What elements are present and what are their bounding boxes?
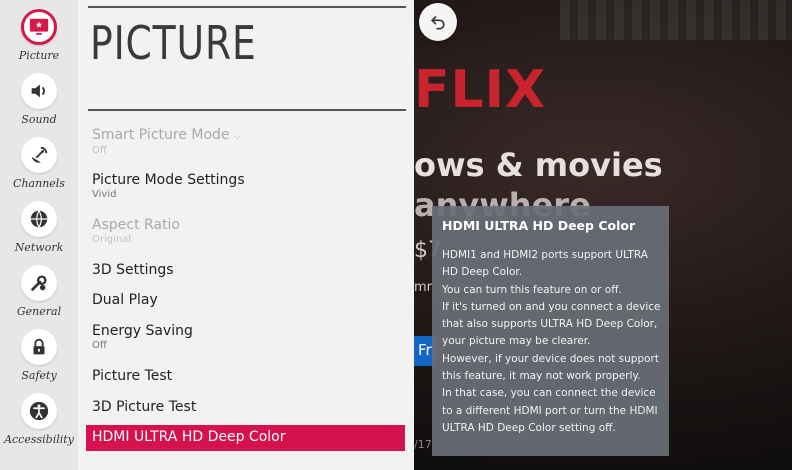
menu-item-label: HDMI ULTRA HD Deep Color <box>92 429 286 445</box>
menu-item-label: 3D Picture Test <box>92 399 197 415</box>
sidebar-item-channels[interactable]: Channels <box>0 137 78 197</box>
menu-item-label: 3D Settings <box>92 262 174 278</box>
settings-sidebar: Picture Sound Channels Network General S… <box>0 0 78 470</box>
channels-icon <box>21 137 57 173</box>
sidebar-item-picture[interactable]: Picture <box>0 9 78 69</box>
help-title: HDMI ULTRA HD Deep Color <box>442 218 636 233</box>
menu-item-label: Aspect Ratio <box>92 217 180 233</box>
menu-item-value: Vivid <box>92 189 117 200</box>
sidebar-label: Network <box>14 241 64 254</box>
menu-item-picture-mode-settings[interactable]: Picture Mode Settings Vivid <box>92 172 402 201</box>
back-arrow-icon <box>430 16 445 30</box>
general-icon <box>21 265 57 301</box>
help-text-line: If it's turned on and you connect a devi… <box>442 300 661 313</box>
sidebar-label: General <box>16 305 62 318</box>
help-text-line: that also supports ULTRA HD Deep Color, <box>442 318 658 331</box>
menu-item-label: Picture Mode Settings <box>92 172 245 188</box>
help-text-line: your picture may be clearer. <box>442 335 591 348</box>
network-icon <box>21 201 57 237</box>
back-button[interactable] <box>419 3 457 41</box>
sidebar-label: Accessibility <box>4 433 74 446</box>
menu-item-label: Dual Play <box>92 292 158 308</box>
chevron-down-icon: ⌵ <box>233 131 242 142</box>
menu-item-3d-picture-test[interactable]: 3D Picture Test <box>92 399 402 416</box>
help-text-line: ULTRA HD Deep Color setting off. <box>442 421 616 434</box>
menu-item-value: Off <box>92 145 107 156</box>
picture-icon <box>21 9 57 45</box>
menu-item-label: Energy Saving <box>92 323 193 339</box>
sidebar-item-network[interactable]: Network <box>0 201 78 261</box>
sidebar-item-accessibility[interactable]: Accessibility <box>0 393 78 453</box>
sidebar-label: Sound <box>21 113 57 126</box>
sidebar-label: Channels <box>13 177 65 190</box>
background-footer-fragment: /17 <box>414 438 432 451</box>
netflix-logo-fragment: FLIX <box>414 60 547 120</box>
help-text-line: HD Deep Color. <box>442 266 523 279</box>
menu-item-dual-play[interactable]: Dual Play <box>92 292 402 309</box>
page-title: PICTURE <box>90 16 257 70</box>
background-ceiling <box>560 0 792 40</box>
sidebar-item-safety[interactable]: Safety <box>0 329 78 389</box>
accessibility-icon <box>21 393 57 429</box>
lock-icon <box>21 329 57 365</box>
divider <box>88 6 406 8</box>
sound-icon <box>21 73 57 109</box>
menu-item-3d-settings[interactable]: 3D Settings <box>92 262 402 279</box>
background-text-fragment: mr <box>414 280 433 295</box>
sidebar-item-general[interactable]: General <box>0 265 78 325</box>
picture-settings-panel: PICTURE Smart Picture Mode ⌵ Off Picture … <box>78 0 414 470</box>
menu-item-energy-saving[interactable]: Energy Saving Off <box>92 323 402 352</box>
sidebar-label: Picture <box>18 49 60 62</box>
menu-item-value: Original <box>92 234 132 245</box>
sidebar-label: Safety <box>21 369 57 382</box>
sidebar-item-sound[interactable]: Sound <box>0 73 78 133</box>
divider <box>88 109 406 111</box>
menu-item-picture-test[interactable]: Picture Test <box>92 368 402 385</box>
background-headline-1: ows & movies <box>414 146 663 184</box>
help-text-line: In that case, you can connect the device <box>442 387 656 400</box>
help-text-line: to a different HDMI port or turn the HDM… <box>442 404 658 417</box>
help-text-line: this feature, it may not work properly. <box>442 370 641 383</box>
help-text-line: However, if your device does not support <box>442 352 659 365</box>
menu-item-smart-picture-mode[interactable]: Smart Picture Mode ⌵ Off <box>92 127 402 157</box>
menu-item-label: Picture Test <box>92 368 173 384</box>
menu-item-label: Smart Picture Mode <box>92 127 230 143</box>
help-text-line: HDMI1 and HDMI2 ports support ULTRA <box>442 249 648 261</box>
menu-item-value: Off <box>92 340 107 351</box>
menu-item-hdmi-ultra-hd-deep-color[interactable]: HDMI ULTRA HD Deep Color <box>86 425 405 451</box>
menu-item-aspect-ratio[interactable]: Aspect Ratio Original <box>92 217 402 246</box>
help-text-line: You can turn this feature on or off. <box>442 283 622 296</box>
help-tooltip: HDMI ULTRA HD Deep Color HDMI1 and HDMI2… <box>432 206 669 456</box>
